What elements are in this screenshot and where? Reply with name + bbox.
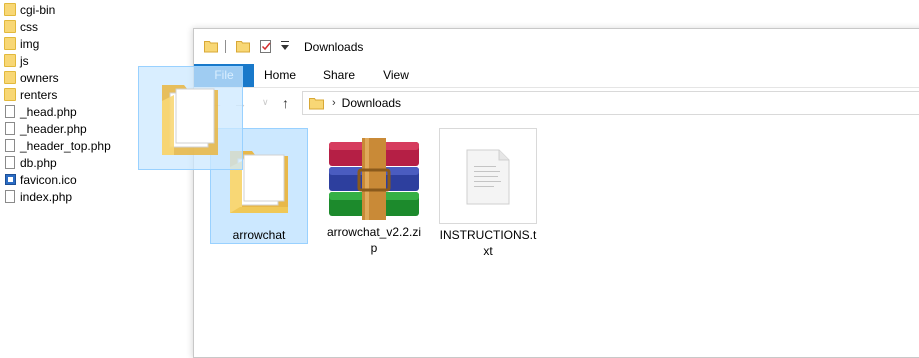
file-icon	[3, 156, 17, 170]
tab-share[interactable]: Share	[316, 64, 362, 87]
folder-icon	[309, 96, 324, 110]
tree-item-label: index.php	[20, 189, 73, 204]
folder-icon	[3, 88, 17, 102]
folder-icon	[3, 54, 17, 68]
tree-item-db-php[interactable]: db.php	[0, 154, 57, 171]
tree-item-label: _header.php	[20, 121, 87, 136]
tree-item-label: _head.php	[20, 104, 77, 119]
up-icon[interactable]: ↑	[282, 95, 289, 111]
title-bar: Downloads	[194, 29, 919, 64]
dropdown-icon[interactable]	[280, 40, 290, 55]
drag-ghost[interactable]	[138, 66, 243, 170]
address-box[interactable]: › Downloads	[302, 91, 919, 115]
tree-item-label: favicon.ico	[20, 172, 77, 187]
folder-icon	[3, 3, 17, 17]
folder-icon[interactable]	[236, 39, 250, 56]
folder-icon	[160, 79, 220, 162]
tree-item-label: owners	[20, 70, 59, 85]
tab-view[interactable]: View	[374, 64, 418, 87]
tab-home[interactable]: Home	[257, 64, 303, 87]
chevron-right-icon[interactable]: ›	[332, 97, 336, 109]
folder-icon	[3, 71, 17, 85]
tree-item-label: cgi-bin	[20, 2, 56, 17]
folder-icon	[3, 37, 17, 51]
address-path[interactable]: Downloads	[342, 96, 401, 110]
tree-item-header-top-php[interactable]: _header_top.php	[0, 137, 111, 154]
file-item-arrowchat-zip[interactable]: arrowchat_v2.2.zi p	[325, 128, 423, 258]
file-item-instructions-txt[interactable]	[439, 128, 537, 224]
tree-item-img[interactable]: img	[0, 35, 39, 52]
checkmark-icon[interactable]	[259, 39, 273, 56]
window-title: Downloads	[304, 40, 364, 54]
tree-item-favicon[interactable]: favicon.ico	[0, 171, 77, 188]
file-name-continued: p	[370, 241, 378, 255]
tree-item-cgi-bin[interactable]: cgi-bin	[0, 1, 55, 18]
winrar-icon	[325, 134, 423, 224]
tree-item-header-php[interactable]: _header.php	[0, 120, 87, 137]
favicon-icon	[3, 173, 17, 187]
tree-item-head-php[interactable]: _head.php	[0, 103, 77, 120]
file-name-continued: xt	[483, 244, 493, 258]
toolbar-separator	[225, 40, 226, 53]
file-icon	[3, 139, 17, 153]
file-name: INSTRUCTIONS.t	[439, 228, 537, 242]
explorer-window: Downloads File Home Share View ← → ∨ ↑ ›…	[193, 28, 919, 358]
recent-icon[interactable]: ∨	[262, 97, 269, 108]
tree-item-label: img	[20, 36, 40, 51]
tree-item-label: js	[20, 53, 29, 68]
ribbon-tabs: File Home Share View	[194, 64, 919, 88]
text-document-icon	[440, 133, 536, 221]
file-icon	[3, 190, 17, 204]
folder-icon	[3, 20, 17, 34]
tree-item-js[interactable]: js	[0, 52, 29, 69]
tree-item-renters[interactable]: renters	[0, 86, 57, 103]
tree-item-label: db.php	[20, 155, 57, 170]
tree-item-owners[interactable]: owners	[0, 69, 59, 86]
tree-item-label: _header_top.php	[20, 138, 111, 153]
address-bar: ← → ∨ ↑ › Downloads	[194, 88, 919, 119]
tree-item-index-php[interactable]: index.php	[0, 188, 72, 205]
file-icon	[3, 122, 17, 136]
file-name: arrowchat	[232, 228, 286, 242]
tree-item-label: renters	[20, 87, 58, 102]
tree-item-label: css	[20, 19, 38, 34]
file-icon	[3, 105, 17, 119]
tree-item-css[interactable]: css	[0, 18, 38, 35]
file-name: arrowchat_v2.2.zi	[326, 225, 422, 239]
folder-icon[interactable]	[204, 39, 218, 56]
